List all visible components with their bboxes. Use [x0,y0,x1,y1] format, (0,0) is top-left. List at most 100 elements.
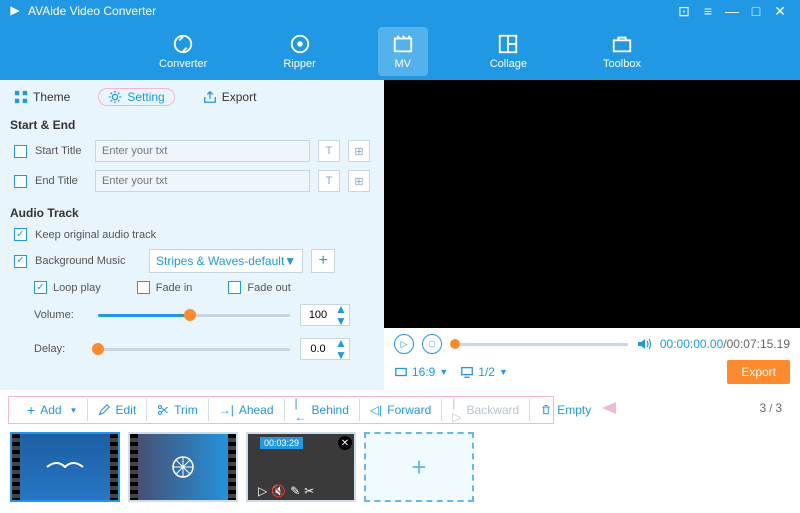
thumb-play-icon[interactable]: ▷ [258,484,267,498]
thumb-remove-button[interactable]: ✕ [338,436,352,450]
panel-tabs: Theme Setting Export [0,80,384,114]
volume-icon[interactable] [636,336,652,352]
behind-button[interactable]: |←Behind [285,399,360,421]
fade-in-label: Fade in [156,282,193,294]
stop-button[interactable]: □ [422,334,442,354]
bg-music-checkbox[interactable] [14,255,27,268]
ahead-button[interactable]: →|Ahead [209,399,285,421]
delay-value-input[interactable]: ▲▼ [300,338,350,360]
time-total: /00:07:15.19 [723,337,790,351]
delay-down-spinner[interactable]: ▼ [335,349,347,361]
fade-in-checkbox[interactable] [137,281,150,294]
mv-icon [392,33,414,55]
thumb-mute-icon[interactable]: 🔇 [271,484,286,498]
add-label: Add [40,403,61,417]
volume-value-input[interactable]: ▲▼ [300,304,350,326]
keep-original-label: Keep original audio track [35,229,156,241]
grid-icon [14,90,28,104]
forward-button[interactable]: ◁|Forward [360,399,442,421]
thumb-timecode: 00:03:29 [260,437,303,449]
nav-mv[interactable]: MV [378,27,428,76]
maximize-button[interactable]: □ [744,3,768,19]
close-button[interactable]: ✕ [768,3,792,20]
bird-icon [45,457,85,477]
chevron-down-icon: ▼ [439,367,448,377]
trim-label: Trim [174,403,198,417]
keep-original-checkbox[interactable] [14,228,27,241]
nav-ripper[interactable]: Ripper [269,27,329,76]
nav-mv-label: MV [394,58,411,70]
nav-ripper-label: Ripper [283,58,315,70]
end-title-label: End Title [35,175,87,187]
end-title-pos-button[interactable]: ⊞ [348,170,370,192]
loop-play-label: Loop play [53,282,101,294]
time-current: 00:00:00.00 [660,337,723,351]
feedback-icon[interactable]: ⊡ [672,3,696,20]
thumb-trim-icon[interactable]: ✂ [304,484,314,498]
add-clip-button[interactable]: + [364,432,474,502]
clip-thumb-3[interactable]: 00:03:29 ✕ ▷ 🔇 ✎ ✂ [246,432,356,502]
volume-value[interactable] [301,309,335,321]
volume-label: Volume: [34,309,88,321]
nav-converter-label: Converter [159,58,207,70]
toolbox-icon [611,33,633,55]
clip-current: 3 [759,401,766,415]
preview-panel: ▷ □ 00:00:00.00/00:07:15.19 16:9 ▼ 1/2 ▼… [384,80,800,390]
end-title-input[interactable] [95,170,310,192]
edit-button[interactable]: Edit [88,399,147,421]
volume-down-spinner[interactable]: ▼ [335,315,347,327]
bg-music-label: Background Music [35,255,141,267]
thumb-edit-icon[interactable]: ✎ [290,484,300,498]
clip-thumb-1[interactable] [10,432,120,502]
start-title-input[interactable] [95,140,310,162]
loop-play-checkbox[interactable] [34,281,47,294]
aspect-icon [394,365,408,379]
tab-setting-label: Setting [127,90,164,104]
start-title-pos-button[interactable]: ⊞ [348,140,370,162]
minimize-button[interactable]: — [720,3,744,19]
fade-out-label: Fade out [247,282,290,294]
tab-export-label: Export [222,90,257,104]
start-title-checkbox[interactable] [14,145,27,158]
trim-button[interactable]: Trim [147,399,209,421]
delay-value[interactable] [301,343,335,355]
edit-icon [98,404,110,416]
titlebar: AVAide Video Converter ⊡ ≡ — □ ✕ [0,0,800,22]
play-button[interactable]: ▷ [394,334,414,354]
fade-out-checkbox[interactable] [228,281,241,294]
gear-icon [108,90,122,104]
settings-panel: Theme Setting Export Start & End Start T… [0,80,384,390]
tab-theme[interactable]: Theme [14,88,70,106]
converter-icon [172,33,194,55]
empty-button[interactable]: Empty [530,399,601,421]
aspect-ratio-selector[interactable]: 16:9 ▼ [394,365,448,379]
page-selector[interactable]: 1/2 ▼ [460,365,508,379]
start-title-label: Start Title [35,145,87,157]
start-title-font-button[interactable]: T [318,140,340,162]
clip-thumb-2[interactable] [128,432,238,502]
forward-label: Forward [387,403,431,417]
nav-converter[interactable]: Converter [145,27,221,76]
nav-collage[interactable]: Collage [476,27,541,76]
video-preview[interactable] [384,80,800,328]
end-title-font-button[interactable]: T [318,170,340,192]
tab-export[interactable]: Export [203,88,257,106]
delay-slider[interactable] [98,348,290,351]
screen-icon [460,365,474,379]
bg-music-dropdown[interactable]: Stripes & Waves-default ▼ [149,249,303,273]
volume-slider[interactable] [98,314,290,317]
export-button[interactable]: Export [727,360,790,384]
tab-setting[interactable]: Setting [98,88,174,106]
arrow-hint-icon [602,398,650,418]
add-music-button[interactable]: + [311,249,335,273]
start-end-heading: Start & End [0,114,384,136]
collage-icon [497,33,519,55]
nav-toolbox[interactable]: Toolbox [589,27,655,76]
aspect-value: 16:9 [412,365,435,379]
playback-progress[interactable] [450,343,628,346]
add-button[interactable]: +Add▼ [17,399,88,421]
clip-total: 3 [775,401,782,415]
menu-icon[interactable]: ≡ [696,3,720,19]
end-title-checkbox[interactable] [14,175,27,188]
ripper-icon [289,33,311,55]
